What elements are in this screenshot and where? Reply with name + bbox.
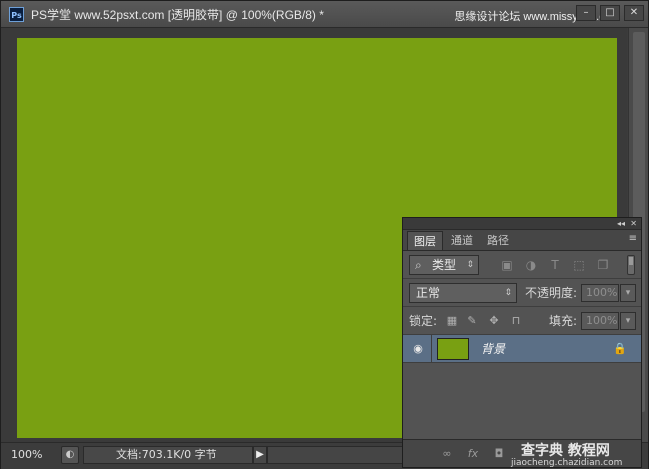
filter-row: ⌕ 类型 ⇕ ▣ ◑ T ⬚ ❐ bbox=[403, 251, 641, 279]
blend-mode-dropdown[interactable]: 正常 ⇕ bbox=[409, 283, 517, 303]
opacity-label: 不透明度: bbox=[525, 286, 578, 300]
minimize-button[interactable]: – bbox=[576, 5, 596, 21]
fill-input[interactable]: 100% bbox=[581, 312, 619, 330]
dropdown-arrow-icon: ⇕ bbox=[466, 260, 474, 270]
eye-icon[interactable]: ◉ bbox=[411, 342, 425, 356]
document-window: Ps PS学堂 www.52psxt.com [透明胶带] @ 100%(RGB… bbox=[0, 0, 649, 469]
filter-smart-object-icon[interactable]: ❐ bbox=[595, 257, 611, 273]
layer-thumbnail bbox=[437, 338, 469, 360]
panel-tabs: 图层 通道 路径 ≡ bbox=[403, 230, 641, 251]
filter-shape-icon[interactable]: ⬚ bbox=[571, 257, 587, 273]
filter-adjustment-icon[interactable]: ◑ bbox=[523, 257, 539, 273]
filter-pixel-icon[interactable]: ▣ bbox=[499, 257, 515, 273]
lock-row: 锁定: ▦ ✎ ✥ ⊓ 填充: 100% ▾ bbox=[403, 307, 641, 335]
watermark-url: jiaocheng.chazidian.com bbox=[511, 458, 623, 468]
tab-paths[interactable]: 路径 bbox=[481, 231, 515, 250]
title-bar[interactable]: Ps PS学堂 www.52psxt.com [透明胶带] @ 100%(RGB… bbox=[1, 1, 648, 28]
opacity-arrow-icon[interactable]: ▾ bbox=[620, 284, 636, 302]
lock-image-pixels-icon[interactable]: ✎ bbox=[465, 314, 479, 328]
search-icon: ⌕ bbox=[415, 258, 422, 272]
lock-label: 锁定: bbox=[409, 314, 438, 328]
lock-icon: 🔒 bbox=[613, 342, 627, 355]
panel-menu-icon[interactable]: ≡ bbox=[629, 234, 637, 244]
document-info: 文档:703.1K/0 字节 bbox=[83, 446, 253, 464]
layer-row-background[interactable]: ◉ 背景 🔒 bbox=[403, 335, 641, 363]
tab-channels[interactable]: 通道 bbox=[445, 231, 479, 250]
add-mask-icon[interactable]: ◘ bbox=[491, 446, 507, 462]
status-icon[interactable]: ◐ bbox=[61, 446, 79, 464]
photoshop-app-icon: Ps bbox=[9, 7, 24, 22]
window-controls: – □ ✕ bbox=[576, 5, 644, 21]
tab-layers[interactable]: 图层 bbox=[407, 231, 443, 250]
lock-position-icon[interactable]: ✥ bbox=[487, 314, 501, 328]
blend-mode-value: 正常 bbox=[416, 286, 441, 300]
filter-type-dropdown[interactable]: ⌕ 类型 ⇕ bbox=[409, 255, 479, 275]
lock-all-icon[interactable]: ⊓ bbox=[509, 314, 523, 328]
status-menu-arrow-icon[interactable]: ▶ bbox=[253, 446, 267, 464]
filter-toggle[interactable] bbox=[627, 255, 635, 275]
document-title: PS学堂 www.52psxt.com [透明胶带] @ 100%(RGB/8)… bbox=[31, 8, 324, 22]
layers-list-empty-area[interactable] bbox=[403, 363, 641, 439]
fill-arrow-icon[interactable]: ▾ bbox=[620, 312, 636, 330]
horizontal-scrollbar[interactable] bbox=[267, 446, 407, 464]
layer-name[interactable]: 背景 bbox=[481, 341, 505, 357]
link-layers-icon[interactable]: ∞ bbox=[439, 446, 455, 462]
opacity-input[interactable]: 100% bbox=[581, 284, 619, 302]
lock-transparent-pixels-icon[interactable]: ▦ bbox=[445, 314, 459, 328]
fill-label: 填充: bbox=[549, 314, 578, 328]
maximize-button[interactable]: □ bbox=[600, 5, 620, 21]
collapse-panel-icon[interactable]: ◂◂ bbox=[617, 218, 625, 229]
layer-divider bbox=[431, 335, 432, 363]
zoom-level[interactable]: 100% bbox=[11, 447, 55, 463]
layer-style-icon[interactable]: fx bbox=[465, 446, 481, 462]
layers-panel: ◂◂ ✕ 图层 通道 路径 ≡ ⌕ 类型 ⇕ ▣ ◑ T ⬚ ❐ 正常 ⇕ 不透… bbox=[402, 217, 642, 468]
close-button[interactable]: ✕ bbox=[624, 5, 644, 21]
panel-header-bar[interactable]: ◂◂ ✕ bbox=[403, 218, 641, 230]
close-panel-icon[interactable]: ✕ bbox=[630, 218, 637, 229]
blend-row: 正常 ⇕ 不透明度: 100% ▾ bbox=[403, 279, 641, 307]
filter-type-icon[interactable]: T bbox=[547, 257, 563, 273]
dropdown-arrow-icon: ⇕ bbox=[504, 288, 512, 298]
panel-footer: ∞ fx ◘ 查字典 教程网 jiaocheng.chazidian.com bbox=[403, 439, 641, 468]
filter-type-label: 类型 bbox=[432, 258, 457, 272]
